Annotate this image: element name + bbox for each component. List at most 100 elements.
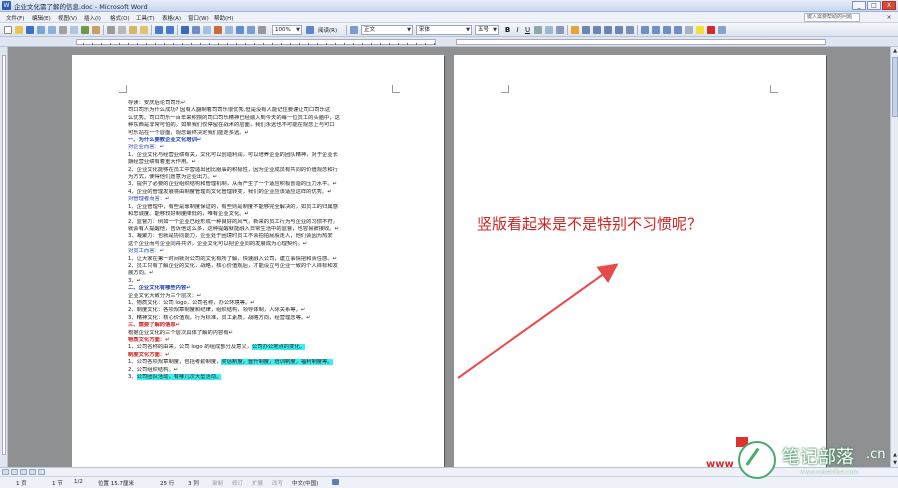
status-overtype[interactable]: 改写 <box>272 479 283 487</box>
doc-line[interactable]: 3、凝聚力：也就是协同能力，企业处于困境时员工不会拍拍屁股走人，他们会因为热爱 <box>128 233 398 240</box>
save-icon[interactable] <box>26 26 34 34</box>
format-painter-icon[interactable] <box>140 26 148 34</box>
scroll-up-icon[interactable]: ▲ <box>891 47 898 55</box>
justify-icon[interactable] <box>604 26 612 34</box>
document-close-icon[interactable]: × <box>884 13 894 22</box>
maximize-button[interactable]: □ <box>867 1 881 10</box>
doc-line[interactable]: 司口司乐为什么成功? 因有人翻制着司司乐很优秀,但是没有人能记住要谨让司口司乐这 <box>128 107 398 114</box>
align-center-icon[interactable] <box>582 26 590 34</box>
doc-line[interactable]: 企业文化大致分为三个层次：↵ <box>128 293 398 300</box>
menu-format[interactable]: 格式(O) <box>110 14 130 22</box>
permission-icon[interactable] <box>37 26 45 34</box>
doc-line[interactable]: 1、物质文化：公司 logo，公司名称，办公环境等。↵ <box>128 300 398 307</box>
doc-line[interactable]: 三、需要了解的信息↵ <box>128 322 398 329</box>
doc-line[interactable]: 对企业而言：↵ <box>128 144 398 151</box>
email-icon[interactable] <box>48 26 56 34</box>
tables-borders-icon[interactable] <box>192 26 200 34</box>
borders-icon[interactable] <box>685 26 693 34</box>
minimize-button[interactable]: _ <box>852 1 866 10</box>
drawing-icon[interactable] <box>236 26 244 34</box>
doc-line[interactable]: 1、企业文化与经营业绩有关，文化可以创造利润，可以培养企业的团队精神，对于企业长 <box>128 152 398 159</box>
distributed-icon[interactable] <box>615 26 623 34</box>
menu-file[interactable]: 文件(F) <box>6 14 24 22</box>
font-color-icon[interactable] <box>707 26 715 34</box>
close-button[interactable]: X <box>882 1 896 10</box>
style-dropdown[interactable]: 正文 ▼ <box>361 25 413 35</box>
status-extend[interactable]: 扩展 <box>252 479 263 487</box>
doc-line[interactable]: 2、监督力：例如一个企业已经形成一种良好的风气，新来的员工行为与企业的习惯不符， <box>128 219 398 226</box>
doc-line[interactable]: 3、提供了必要的企业组织结构和管理机制，从而产生了一个适应积极创造的压力水平。↵ <box>128 181 398 188</box>
show-hide-icon[interactable] <box>258 26 266 34</box>
doc-line[interactable]: 3、精神文化：核心价值观，行为标准，员工素质，战略方向，经营理念等。↵ <box>128 315 398 322</box>
spelling-status-icon[interactable] <box>332 479 339 485</box>
doc-line[interactable]: 对管理者而言：↵ <box>128 196 398 203</box>
doc-line[interactable]: 为方式，使得他们愿意为企业出力。↵ <box>128 174 398 181</box>
print-icon[interactable] <box>59 26 67 34</box>
font-size-dropdown[interactable]: 五号 ▼ <box>475 25 499 35</box>
spelling-icon[interactable] <box>81 26 89 34</box>
cut-icon[interactable] <box>107 26 115 34</box>
line-spacing-icon[interactable] <box>626 26 634 34</box>
align-left-icon[interactable] <box>571 26 579 34</box>
doc-line[interactable]: 1、公司各项规章制度，包括考勤制度，奖惩制度，晋升制度，培训制度，福利制度等。 <box>128 359 398 366</box>
help-search-input[interactable]: 键入需要帮助的问题 <box>804 13 860 22</box>
char-scale-icon[interactable] <box>556 26 564 34</box>
status-track-changes[interactable]: 修订 <box>232 479 243 487</box>
vertical-ruler[interactable] <box>0 47 8 467</box>
font-dropdown[interactable]: 宋体 ▼ <box>416 25 472 35</box>
doc-line[interactable]: 期经营业绩有着重大作用。↵ <box>128 159 398 166</box>
hyperlink-icon[interactable] <box>181 26 189 34</box>
doc-line[interactable]: 3、公司团队活动，有哪几次大型活动。 <box>128 374 398 381</box>
print-preview-icon[interactable] <box>70 26 78 34</box>
document-body[interactable]: 导读：安庆后论司司乐↵ 司口司乐为什么成功? 因有人翻制着司司乐很优秀,但是没有人… <box>128 100 398 381</box>
read-mode-button[interactable]: 阅读(R) <box>318 26 337 34</box>
web-view-icon[interactable] <box>11 469 18 475</box>
paste-icon[interactable] <box>129 26 137 34</box>
research-icon[interactable] <box>92 26 100 34</box>
doc-line[interactable]: 2、制度文化：各项规章制度和纪律，组织结构，领导体制，人际关系等。↵ <box>128 307 398 314</box>
doc-line[interactable]: 2、公司组织结构。↵ <box>128 367 398 374</box>
scroll-thumb[interactable] <box>892 57 898 117</box>
doc-line[interactable]: 3、↵ <box>128 278 398 285</box>
insert-excel-icon[interactable] <box>214 26 222 34</box>
doc-line[interactable]: 2、员工只有了解企业的文化，战略，核心价值观后，才能设立与企业一致的个人目标和发 <box>128 263 398 270</box>
ruler-page-2[interactable] <box>456 39 826 45</box>
doc-line[interactable]: 种东西是非常可怕的。如果我们仅停留在战术的层面，我们永远也不可能在观念上与可口 <box>128 122 398 129</box>
doc-line[interactable]: 1、公司名称的由来，公司 logo 的组成部分及意义，公司办公地点的变化。 <box>128 344 398 351</box>
doc-line[interactable]: 么优秀。司口司乐一百年来积攒的司口司乐精神已经融入到今天的每一位员工的头脑中，这 <box>128 115 398 122</box>
menu-tools[interactable]: 工具(T) <box>136 14 155 22</box>
doc-line[interactable]: 和忠诚度。能够较好制度降低的，唯有企业文化。↵ <box>128 211 398 218</box>
columns-icon[interactable] <box>225 26 233 34</box>
doc-line[interactable]: 1、企业管理中，有些是靠制度保证的，有些则是制度不能够完全解决的，如员工的归属感 <box>128 204 398 211</box>
insert-table-icon[interactable] <box>203 26 211 34</box>
styles-icon[interactable] <box>350 26 358 34</box>
increase-indent-icon[interactable] <box>674 26 682 34</box>
menu-view[interactable]: 视图(V) <box>58 14 77 22</box>
redo-icon[interactable] <box>166 26 174 34</box>
doc-line[interactable]: 对员工而言：↵ <box>128 248 398 255</box>
ruler-page-1[interactable] <box>76 39 436 45</box>
doc-line[interactable]: 根据企业文化的三个层次具体了解的内容有↵ <box>128 330 398 337</box>
bullets-icon[interactable] <box>652 26 660 34</box>
doc-line[interactable]: 就会有人提醒他，告诉他这么多，这种提醒就能融入日常生活中的监督，也容易被接收。↵ <box>128 226 398 233</box>
page-2[interactable] <box>454 55 826 467</box>
doc-line[interactable]: 二、企业文化有哪些内容↵ <box>128 285 398 292</box>
underline-button[interactable]: U <box>523 25 532 35</box>
doc-line[interactable]: 1、让大家在第一时间就对公司的文化有所了解，快速融入公司，建立事情把和责任感。↵ <box>128 256 398 263</box>
undo-icon[interactable] <box>155 26 163 34</box>
doc-line[interactable]: 物质文化方面：↵ <box>128 337 398 344</box>
doc-line[interactable]: 这个企业而与企业同舟共济，企业文化可以把企业同的发展成为心理契约。↵ <box>128 241 398 248</box>
doc-line[interactable]: 制度文化方面：↵ <box>128 352 398 359</box>
normal-view-icon[interactable] <box>2 469 9 475</box>
help-icon[interactable] <box>306 26 314 34</box>
char-border-icon[interactable] <box>534 26 542 34</box>
bold-button[interactable]: B <box>503 25 512 35</box>
new-document-icon[interactable] <box>4 26 12 34</box>
doc-line[interactable]: 导读：安庆后论司司乐↵ <box>128 100 398 107</box>
reading-view-icon[interactable] <box>38 469 45 475</box>
vertical-scrollbar[interactable]: ▲ ▲ ▼ <box>890 47 898 467</box>
doc-line[interactable]: 可乐站在一个层面，观念最终决定我们能走多远。↵ <box>128 130 398 137</box>
copy-icon[interactable] <box>118 26 126 34</box>
doc-line[interactable]: 一、为什么要教企业文化培训↵ <box>128 137 398 144</box>
menu-insert[interactable]: 插入(I) <box>84 14 101 22</box>
